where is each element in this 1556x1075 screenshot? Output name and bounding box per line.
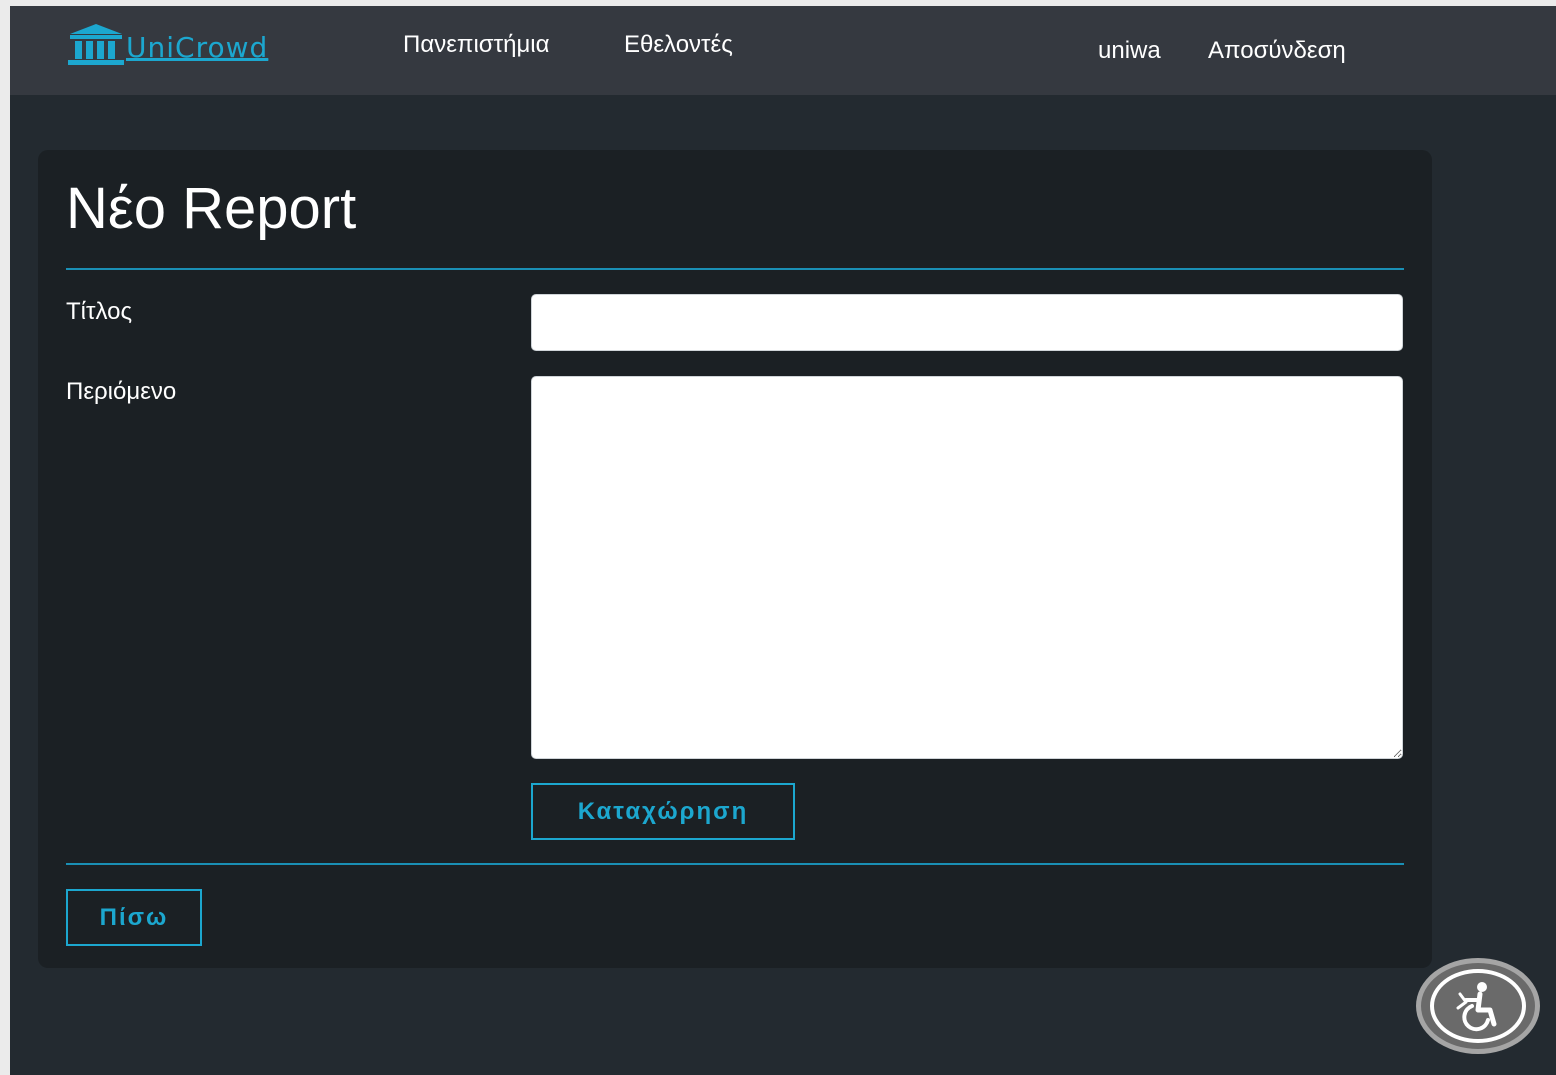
navbar: UniCrowd Πανεπιστήμια Εθελοντές uniwa Απ…: [10, 6, 1556, 95]
nav-universities-link[interactable]: Πανεπιστήμια: [403, 33, 549, 57]
submit-button[interactable]: Καταχώρηση: [531, 783, 795, 840]
nav-volunteers-link[interactable]: Εθελοντές: [624, 33, 733, 57]
nav-logout-link[interactable]: Αποσύνδεση: [1208, 39, 1346, 63]
nav-user-link[interactable]: uniwa: [1098, 39, 1161, 63]
accessibility-icon: [1456, 982, 1497, 1032]
back-button[interactable]: Πίσω: [66, 889, 202, 946]
divider-bottom: [66, 863, 1404, 865]
app-window: UniCrowd Πανεπιστήμια Εθελοντές uniwa Απ…: [10, 6, 1556, 1075]
divider-top: [66, 268, 1404, 270]
brand-link[interactable]: UniCrowd: [66, 16, 268, 66]
brand-name: UniCrowd: [126, 31, 269, 64]
new-report-card: Νέο Report Τίτλος Περιόμενο Καταχώρηση Π…: [38, 150, 1432, 968]
accessibility-icon-ring: [1430, 969, 1526, 1043]
content-label: Περιόμενο: [66, 378, 177, 405]
title-input[interactable]: [531, 294, 1403, 351]
accessibility-button[interactable]: [1416, 958, 1540, 1054]
university-building-icon: [68, 24, 124, 65]
content-textarea[interactable]: [531, 376, 1403, 759]
page-title: Νέο Report: [66, 176, 357, 241]
title-label: Τίτλος: [66, 298, 133, 325]
